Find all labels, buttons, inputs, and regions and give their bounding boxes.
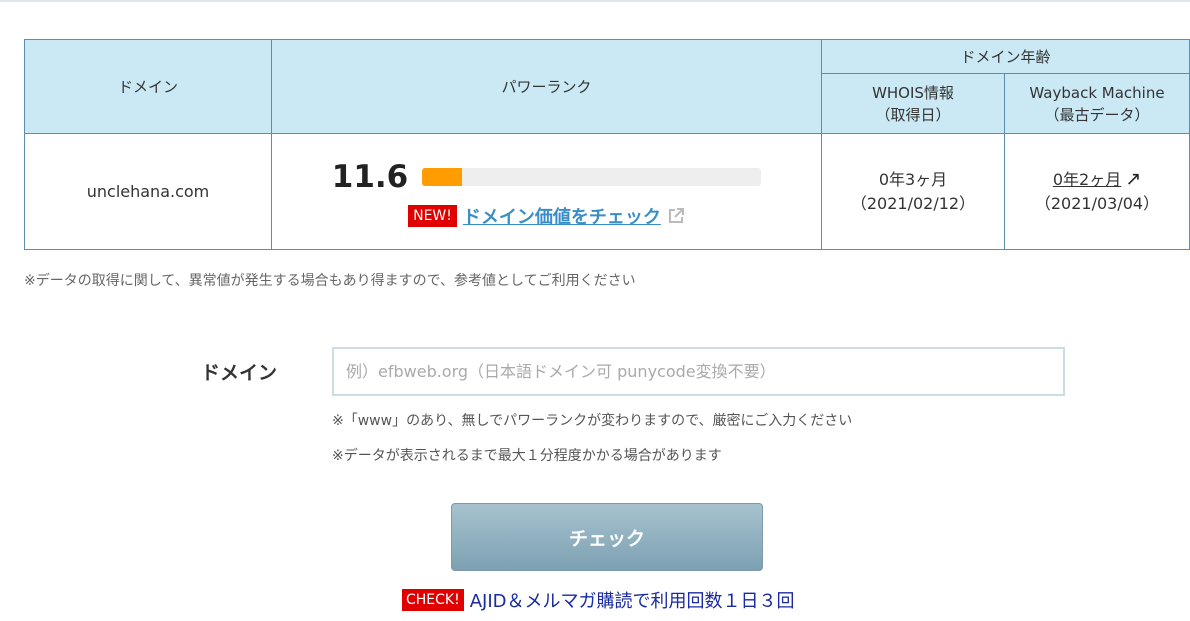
new-badge: NEW! (408, 204, 457, 227)
ajid-newsletter-link[interactable]: AJID＆メルマガ購読で利用回数１日３回 (470, 587, 795, 613)
table-row: unclehana.com 11.6 NEW! ドメイン価値をチェック 0年3ヶ… (24, 133, 1190, 250)
promo-row: CHECK! AJID＆メルマガ購読で利用回数１日３回 (402, 587, 795, 613)
whois-date: （2021/02/12） (850, 193, 976, 213)
domain-input-label: ドメイン (201, 362, 278, 384)
header-whois-title: WHOIS情報 (872, 83, 954, 102)
arrow-up-right-icon: ↗ (1125, 168, 1142, 190)
power-rank-cell: 11.6 NEW! ドメイン価値をチェック (271, 133, 822, 250)
domain-cell: unclehana.com (24, 133, 272, 250)
power-rank-bar-fill (422, 167, 462, 186)
header-wayback-title: Wayback Machine (1029, 83, 1165, 102)
wayback-age-link[interactable]: 0年2ヶ月 (1053, 170, 1121, 189)
whois-cell: 0年3ヶ月 （2021/02/12） (821, 133, 1005, 250)
header-domain: ドメイン (24, 39, 272, 134)
top-divider (0, 0, 1190, 2)
whois-age: 0年3ヶ月 (878, 169, 948, 189)
check-badge: CHECK! (402, 589, 464, 611)
wayback-date: （2021/03/04） (1034, 194, 1160, 213)
header-whois: WHOIS情報 （取得日） (821, 73, 1005, 134)
header-power-rank: パワーランク (271, 39, 822, 134)
header-domain-age: ドメイン年齢 (821, 39, 1190, 74)
header-wayback-sub: （最古データ） (1044, 105, 1150, 124)
domain-result-table: ドメイン パワーランク ドメイン年齢 WHOIS情報 （取得日） Wayback… (24, 39, 1190, 250)
header-wayback: Wayback Machine （最古データ） (1004, 73, 1190, 134)
domain-value-check-link[interactable]: ドメイン価値をチェック (463, 203, 661, 229)
data-disclaimer-note: ※データの取得に関して、異常値が発生する場合もあり得ますので、参考値としてご利用… (24, 273, 636, 289)
domain-input[interactable] (332, 347, 1065, 396)
wait-time-note: ※データが表示されるまで最大１分程度かかる場合があります (332, 448, 722, 464)
check-button[interactable]: チェック (451, 503, 763, 571)
header-whois-sub: （取得日） (875, 105, 951, 124)
wayback-cell: 0年2ヶ月 ↗ （2021/03/04） (1004, 133, 1190, 250)
power-rank-value: 11.6 (331, 158, 409, 195)
power-rank-bar (422, 167, 762, 186)
external-link-icon[interactable] (667, 207, 685, 225)
www-note: ※「www」のあり、無しでパワーランクが変わりますので、厳密にご入力ください (332, 413, 853, 429)
